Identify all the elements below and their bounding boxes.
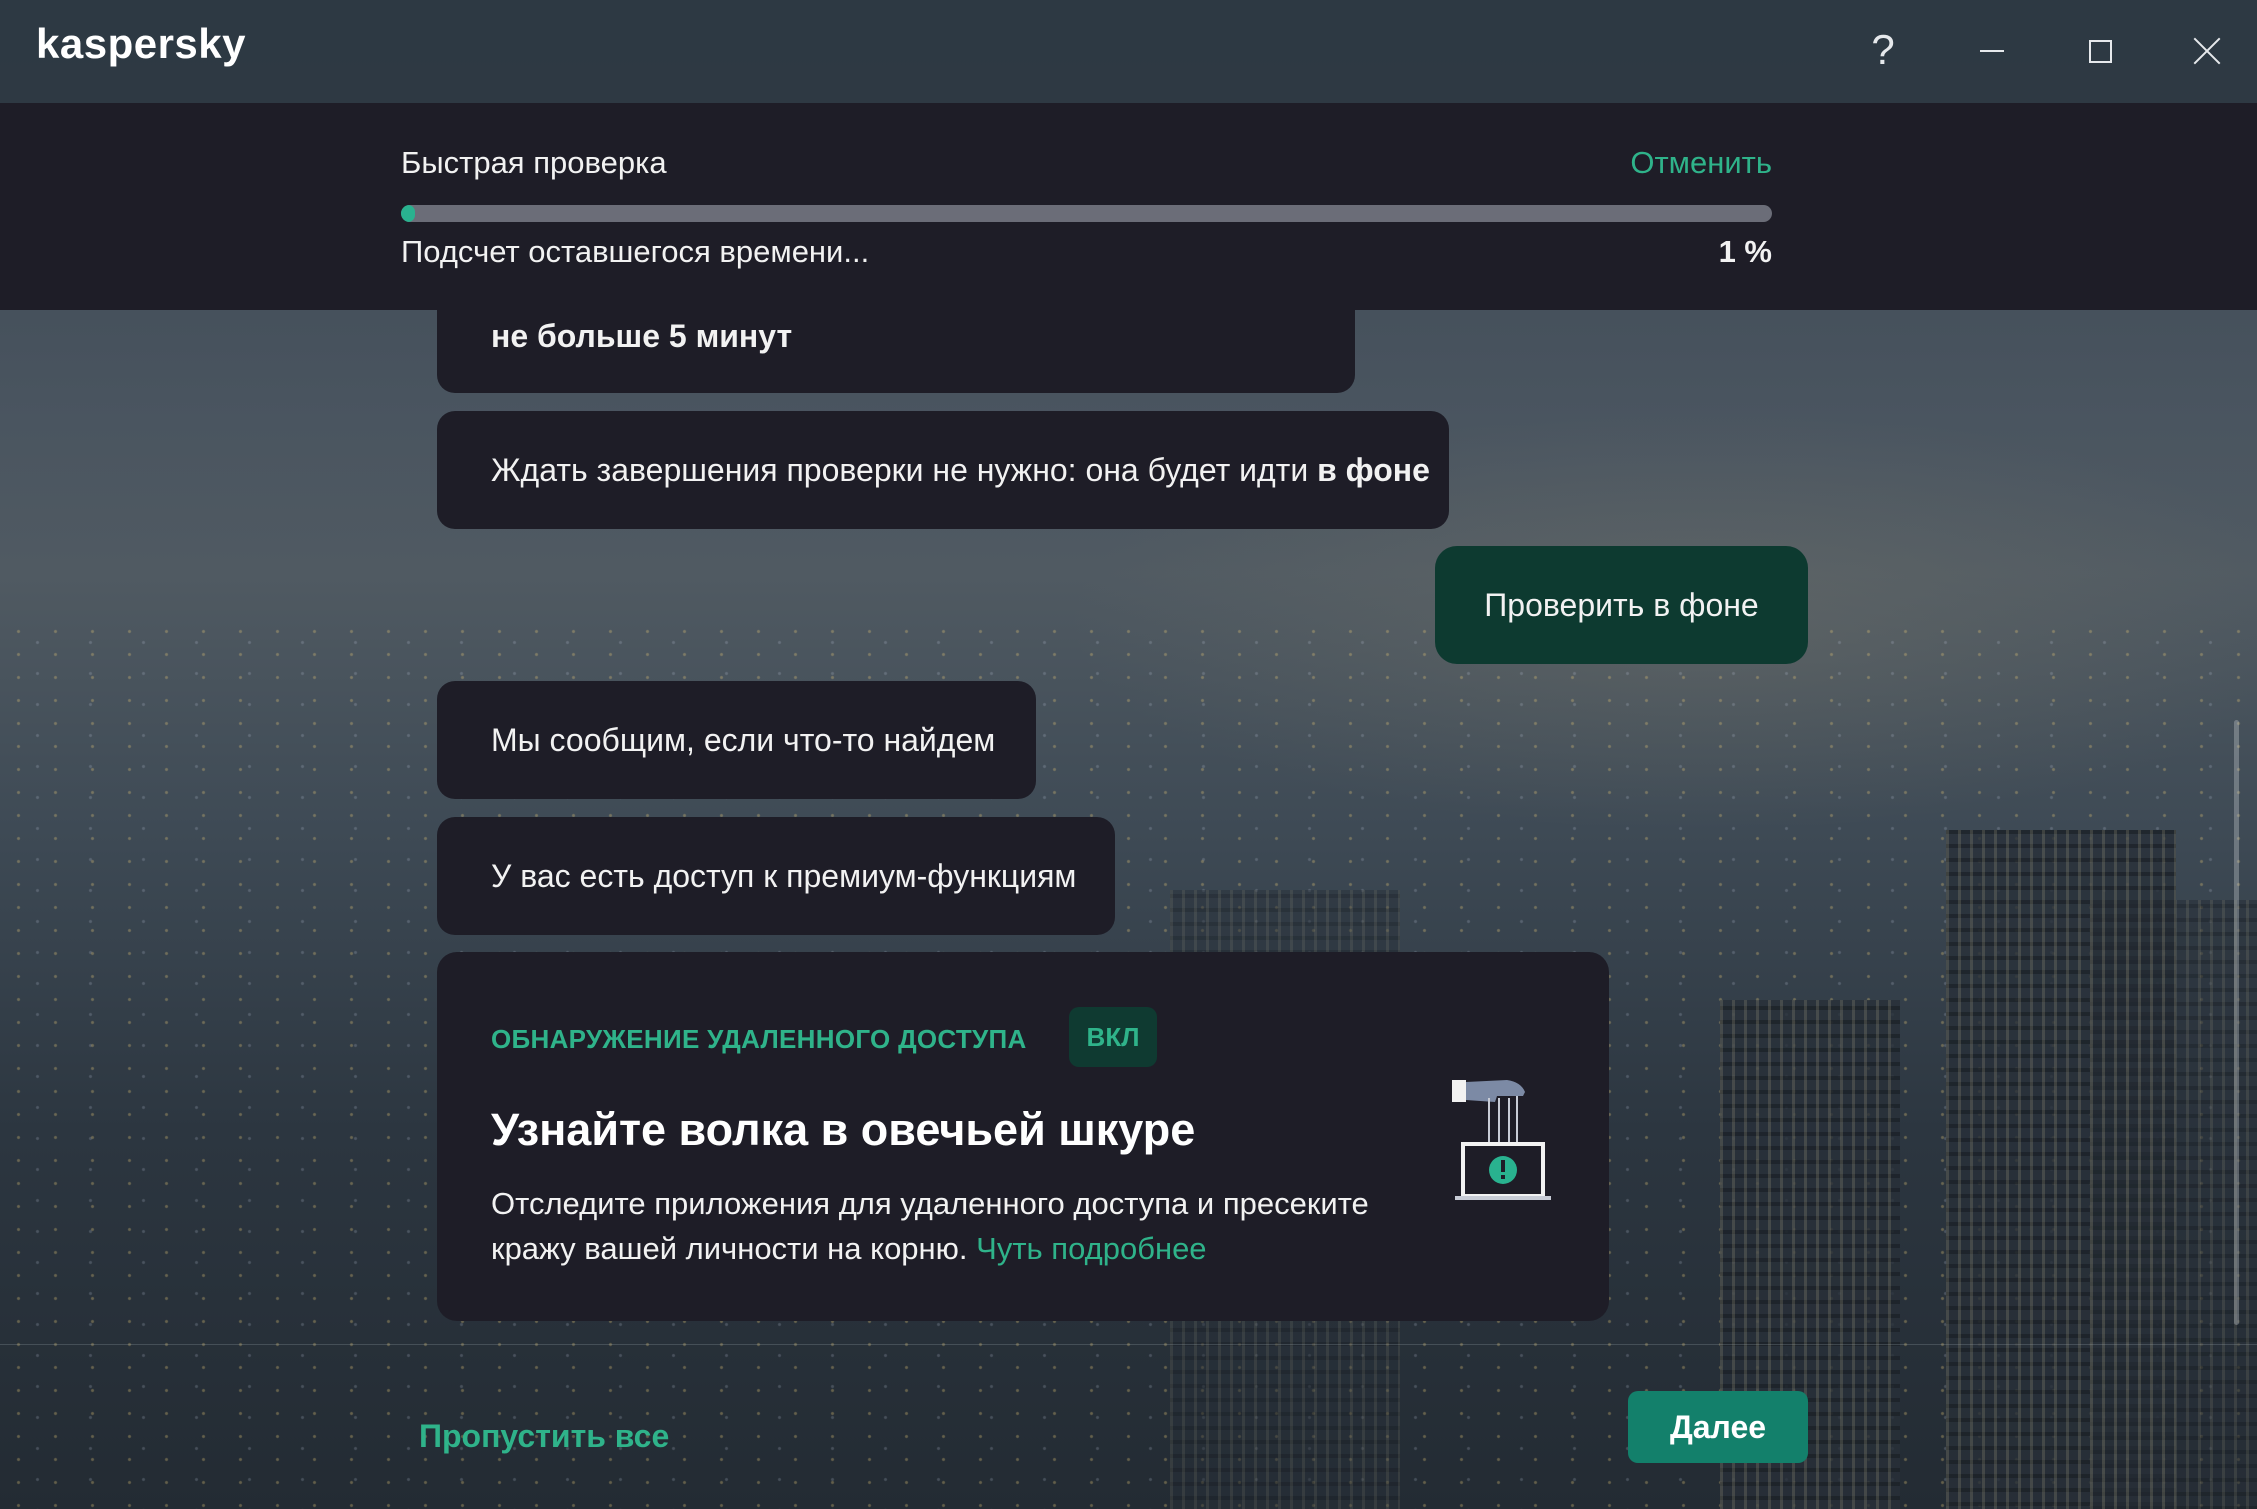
footer-divider [0, 1344, 2257, 1345]
cancel-scan-link[interactable]: Отменить [1630, 145, 1772, 181]
help-button[interactable]: ? [1848, 18, 1918, 82]
scan-in-background-button[interactable]: Проверить в фоне [1435, 546, 1808, 664]
feature-kicker: ОБНАРУЖЕНИЕ УДАЛЕННОГО ДОСТУПА [491, 1024, 1027, 1054]
scan-progress-fill [401, 205, 415, 222]
minimize-icon [1980, 50, 2004, 52]
next-button[interactable]: Далее [1628, 1391, 1808, 1463]
feature-description: Отследите приложения для удаленного дост… [491, 1181, 1411, 1271]
scan-title: Быстрая проверка [401, 145, 667, 180]
maximize-button[interactable] [2064, 18, 2134, 82]
learn-more-link[interactable]: Чуть подробнее [976, 1231, 1206, 1266]
chat-message-premium: У вас есть доступ к премиум-функциям [437, 817, 1115, 935]
scan-status-text: Подсчет оставшегося времени... [401, 234, 870, 269]
minimize-button[interactable] [1956, 18, 2026, 82]
message-text: У вас есть доступ к премиум-функциям [491, 857, 1077, 894]
message-text: Ждать завершения проверки не нужно: она … [491, 452, 1430, 489]
background-building [2090, 900, 2257, 1509]
message-text-regular: Ждать завершения проверки не нужно: она … [491, 451, 1318, 488]
chat-message-background-scan: Ждать завершения проверки не нужно: она … [437, 411, 1449, 529]
chat-message-notify: Мы сообщим, если что-то найдем [437, 681, 1036, 799]
feature-title: Узнайте волка в овечьей шкуре [491, 1104, 1196, 1155]
maximize-icon [2089, 40, 2112, 63]
remote-control-laptop-icon [1437, 1062, 1557, 1202]
feature-card-remote-access: ОБНАРУЖЕНИЕ УДАЛЕННОГО ДОСТУПА ВКЛ Узнай… [437, 952, 1609, 1321]
duration-text: не больше 5 минут [491, 318, 793, 354]
help-icon: ? [1871, 26, 1895, 73]
message-text: Мы сообщим, если что-то найдем [491, 721, 996, 758]
close-button[interactable] [2172, 18, 2242, 82]
message-text-bold: в фоне [1317, 451, 1430, 488]
scan-progress-bar [401, 205, 1772, 222]
title-bar: kaspersky ? [0, 0, 2257, 103]
skip-all-link[interactable]: Пропустить все [419, 1418, 669, 1455]
chat-scrollbar[interactable] [2234, 720, 2239, 1325]
close-icon [2192, 36, 2222, 66]
status-badge: ВКЛ [1069, 1007, 1157, 1067]
kaspersky-logo: kaspersky [36, 20, 247, 67]
scan-percent: 1 % [1718, 234, 1772, 269]
scan-progress-panel: Быстрая проверка Отменить Подсчет оставш… [0, 103, 2257, 310]
feature-description-text: Отследите приложения для удаленного дост… [491, 1186, 1369, 1266]
